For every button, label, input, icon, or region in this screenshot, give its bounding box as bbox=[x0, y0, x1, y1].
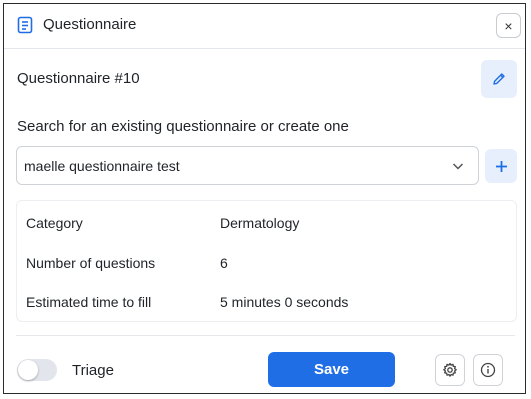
questionnaire-select[interactable]: maelle questionnaire test bbox=[16, 146, 479, 185]
save-button[interactable]: Save bbox=[268, 352, 395, 387]
detail-value: 5 minutes 0 seconds bbox=[220, 294, 349, 310]
gear-icon bbox=[443, 362, 457, 377]
document-list-icon bbox=[17, 16, 33, 34]
close-button[interactable]: × bbox=[496, 13, 521, 38]
search-label: Search for an existing questionnaire or … bbox=[17, 118, 349, 135]
settings-button[interactable] bbox=[435, 354, 465, 386]
pencil-icon bbox=[493, 73, 505, 85]
panel-header: Questionnaire × bbox=[4, 4, 525, 49]
info-button[interactable] bbox=[473, 354, 503, 386]
detail-row-time: Estimated time to fill 5 minutes 0 secon… bbox=[17, 294, 516, 314]
close-icon: × bbox=[504, 17, 513, 34]
chevron-down-icon bbox=[452, 163, 464, 170]
detail-value: 6 bbox=[220, 255, 228, 271]
detail-key: Category bbox=[26, 215, 83, 231]
detail-row-category: Category Dermatology bbox=[17, 215, 516, 235]
info-icon bbox=[480, 362, 496, 378]
detail-key: Number of questions bbox=[26, 255, 156, 271]
add-questionnaire-button[interactable] bbox=[485, 149, 517, 183]
selected-questionnaire: maelle questionnaire test bbox=[24, 158, 180, 174]
triage-label: Triage bbox=[72, 362, 114, 379]
questionnaire-details: Category Dermatology Number of questions… bbox=[16, 200, 517, 322]
detail-value: Dermatology bbox=[220, 215, 300, 231]
plus-icon bbox=[495, 160, 507, 172]
detail-row-questions: Number of questions 6 bbox=[17, 255, 516, 275]
toggle-knob bbox=[18, 360, 38, 380]
edit-button[interactable] bbox=[481, 60, 517, 98]
panel-title: Questionnaire bbox=[43, 16, 137, 33]
triage-toggle[interactable] bbox=[17, 359, 57, 381]
questionnaire-panel: Questionnaire × Questionnaire #10 Search… bbox=[3, 3, 526, 394]
footer-divider bbox=[16, 335, 515, 336]
detail-key: Estimated time to fill bbox=[26, 294, 152, 310]
questionnaire-name: Questionnaire #10 bbox=[17, 70, 140, 87]
